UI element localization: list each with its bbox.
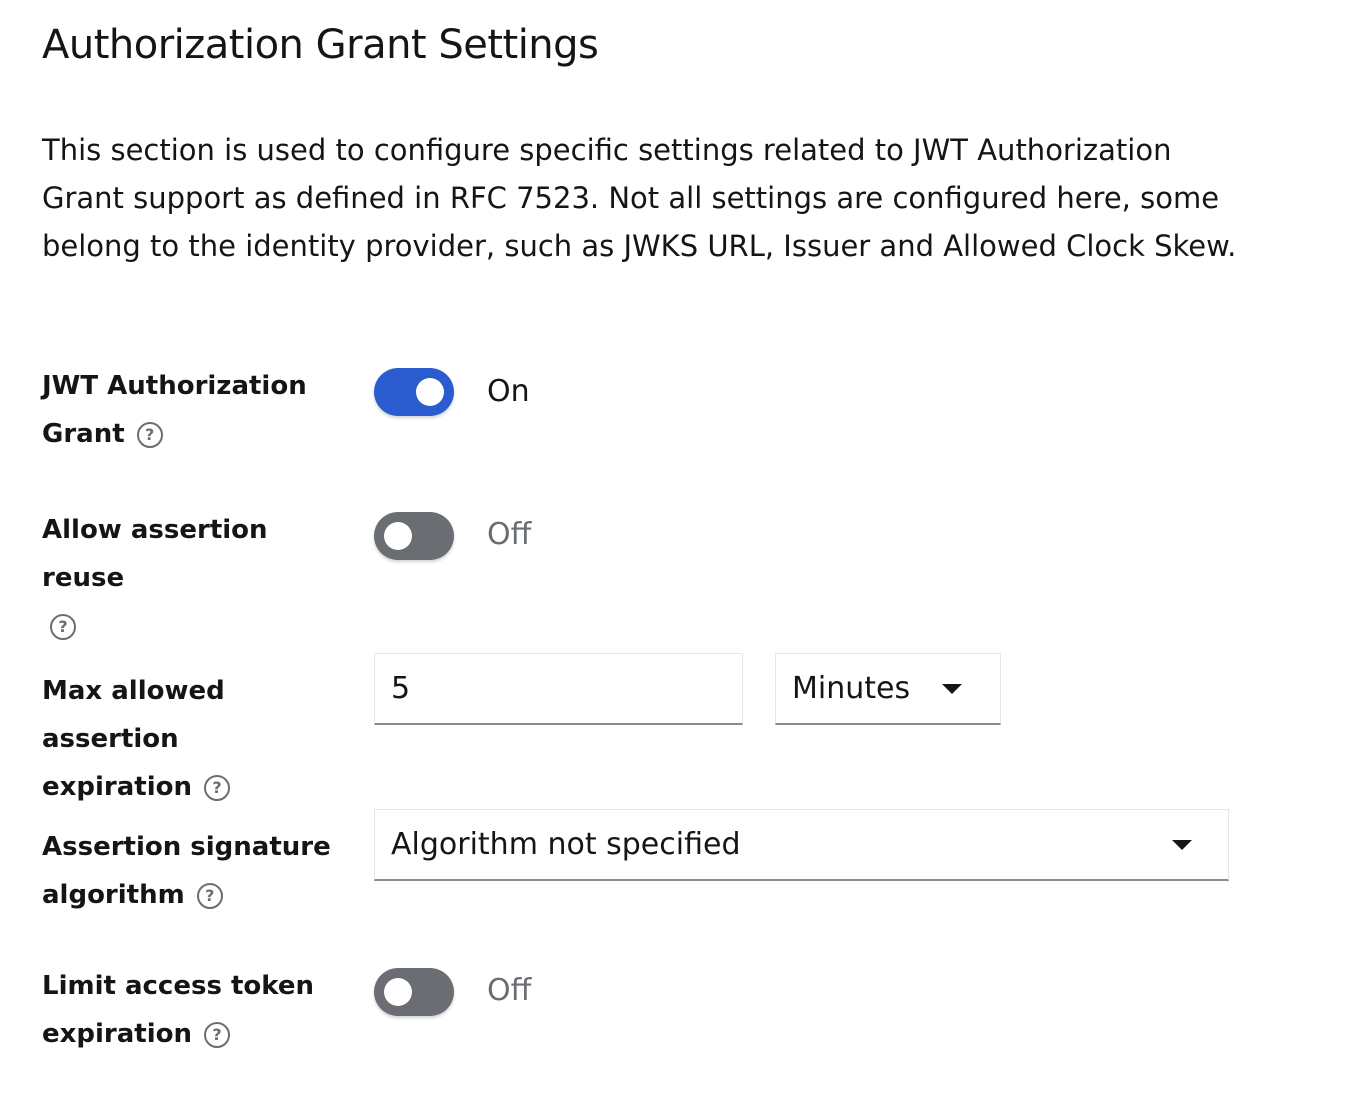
max-expiration-label-line1: Max allowed assertion <box>42 676 225 754</box>
jwt-grant-state: On <box>487 374 530 409</box>
assertion-reuse-state: Off <box>487 517 532 552</box>
help-icon[interactable]: ? <box>136 421 163 448</box>
assertion-reuse-help-wrap: ? <box>42 602 352 650</box>
max-expiration-input[interactable]: 5 <box>374 653 743 725</box>
help-icon[interactable]: ? <box>204 774 231 801</box>
jwt-grant-label: JWT Authorization Grant? <box>42 362 352 458</box>
toggle-knob <box>384 978 412 1006</box>
jwt-grant-label-line2: Grant <box>42 419 125 449</box>
assertion-reuse-label: Allow assertion reuse ? <box>42 506 352 650</box>
max-expiration-value: 5 <box>391 671 411 706</box>
toggle-knob <box>384 522 412 550</box>
caret-down-icon <box>1172 839 1192 850</box>
expiration-unit-select[interactable]: Minutes <box>775 653 1001 725</box>
limit-token-expiration-label-line2: expiration <box>42 1019 193 1049</box>
signature-algorithm-label-line2-wrap: algorithm? <box>42 871 352 919</box>
expiration-unit-value: Minutes <box>792 671 911 706</box>
signature-algorithm-label: Assertion signature algorithm? <box>42 823 352 919</box>
max-expiration-label: Max allowed assertion expiration? <box>42 667 352 811</box>
section-description: This section is used to configure specif… <box>42 133 1237 263</box>
signature-algorithm-label-line1: Assertion signature <box>42 832 331 862</box>
help-icon[interactable]: ? <box>204 1021 231 1048</box>
section-title: Authorization Grant Settings <box>42 22 599 68</box>
jwt-grant-label-line1: JWT Authorization <box>42 371 307 401</box>
limit-token-expiration-label: Limit access token expiration? <box>42 962 352 1058</box>
assertion-reuse-label-line1: Allow assertion reuse <box>42 515 268 593</box>
limit-token-expiration-toggle[interactable] <box>374 968 454 1016</box>
max-expiration-label-line2: expiration <box>42 772 193 802</box>
signature-algorithm-label-line2: algorithm <box>42 880 185 910</box>
help-icon[interactable]: ? <box>196 882 223 909</box>
jwt-grant-label-line2-wrap: Grant? <box>42 410 352 458</box>
caret-down-icon <box>942 683 962 694</box>
limit-token-expiration-label-line1: Limit access token <box>42 971 314 1001</box>
signature-algorithm-select[interactable]: Algorithm not specified <box>374 809 1229 881</box>
limit-token-expiration-label-line2-wrap: expiration? <box>42 1010 352 1058</box>
limit-token-expiration-state: Off <box>487 973 532 1008</box>
signature-algorithm-value: Algorithm not specified <box>391 827 741 862</box>
help-icon[interactable]: ? <box>50 613 76 640</box>
toggle-knob <box>416 378 444 406</box>
assertion-reuse-toggle[interactable] <box>374 512 454 560</box>
max-expiration-label-line2-wrap: expiration? <box>42 763 352 811</box>
jwt-grant-toggle[interactable] <box>374 368 454 416</box>
